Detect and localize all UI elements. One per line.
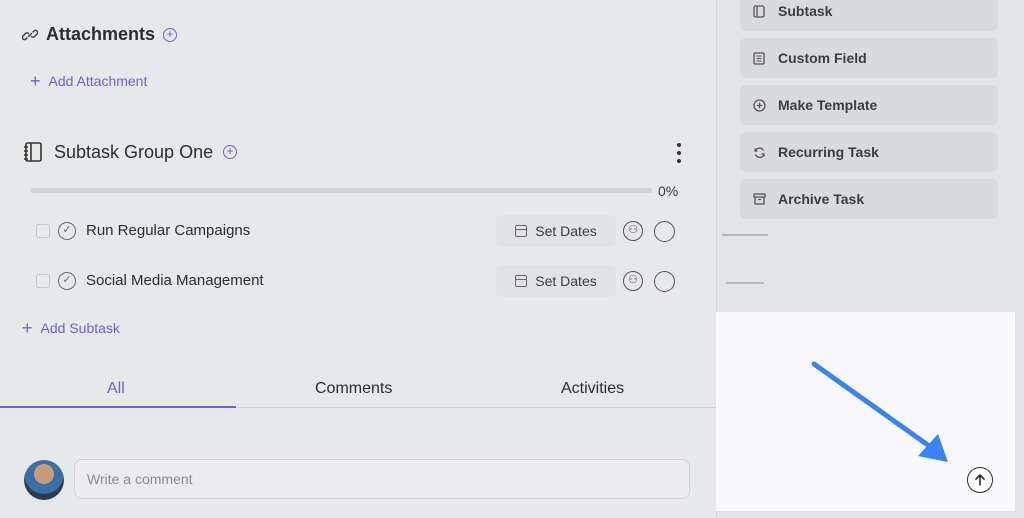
add-subtask-label: Add Subtask	[40, 320, 120, 336]
menu-item-label: Subtask	[778, 3, 833, 19]
complete-check-icon[interactable]: ✓	[58, 222, 76, 240]
subtask-progress-bar	[30, 188, 652, 193]
set-dates-label: Set Dates	[535, 273, 597, 289]
subtask-row[interactable]: ✓ Social Media Management Set Dates ⚇	[0, 261, 716, 301]
menu-item-label: Make Template	[778, 97, 878, 113]
subtask-name[interactable]: Run Regular Campaigns	[86, 222, 250, 239]
comment-input[interactable]	[75, 460, 689, 498]
menu-item-custom-field[interactable]: Custom Field	[740, 38, 998, 78]
annotation-arrow-icon	[811, 361, 948, 462]
activity-tabs: All Comments Activities	[0, 368, 716, 410]
divider	[722, 234, 768, 236]
status-circle-icon[interactable]	[654, 271, 675, 292]
menu-item-label: Recurring Task	[778, 144, 879, 160]
progress-percent: 0%	[658, 183, 679, 199]
menu-item-label: Custom Field	[778, 50, 867, 66]
assign-user-icon[interactable]: ⚇	[623, 221, 643, 241]
active-tab-indicator	[0, 406, 236, 408]
calendar-icon	[515, 275, 528, 287]
archive-icon	[752, 192, 766, 206]
subtask-name[interactable]: Social Media Management	[86, 272, 264, 289]
menu-item-label: Archive Task	[778, 191, 865, 207]
calendar-icon	[515, 225, 528, 237]
menu-item-subtask[interactable]: Subtask	[740, 0, 998, 31]
subtask-icon	[752, 4, 766, 18]
tab-activities[interactable]: Activities	[561, 380, 624, 398]
plus-icon: +	[22, 318, 33, 338]
divider	[726, 282, 764, 284]
subtask-group-title[interactable]: Subtask Group One	[54, 142, 213, 163]
refresh-icon	[752, 145, 766, 159]
set-dates-button[interactable]: Set Dates	[496, 215, 616, 247]
add-attachment-link[interactable]: + Add Attachment	[30, 71, 148, 91]
attachments-header: Attachments +	[22, 24, 178, 45]
menu-item-archive-task[interactable]: Archive Task	[740, 179, 998, 219]
more-options-icon[interactable]	[675, 143, 683, 163]
subtask-select-checkbox[interactable]	[36, 224, 50, 238]
avatar	[24, 460, 64, 500]
notebook-icon	[24, 142, 42, 162]
set-dates-button[interactable]: Set Dates	[496, 265, 616, 297]
scroll-to-top-button[interactable]	[967, 467, 993, 493]
add-attachment-icon[interactable]: +	[163, 27, 178, 42]
tab-comments[interactable]: Comments	[315, 380, 392, 398]
add-subtask-link[interactable]: + Add Subtask	[22, 318, 120, 338]
subtask-select-checkbox[interactable]	[36, 274, 50, 288]
comment-field[interactable]	[74, 459, 690, 499]
subtask-group-header: Subtask Group One +	[22, 141, 238, 163]
menu-item-recurring-task[interactable]: Recurring Task	[740, 132, 998, 172]
tab-all[interactable]: All	[107, 380, 125, 398]
link-icon	[22, 29, 38, 40]
plus-circle-icon	[752, 98, 766, 112]
attachments-title: Attachments	[46, 24, 156, 44]
add-subtask-group-icon[interactable]: +	[223, 145, 238, 159]
status-circle-icon[interactable]	[654, 221, 675, 242]
subtask-row[interactable]: ✓ Run Regular Campaigns Set Dates ⚇	[0, 211, 716, 251]
add-attachment-label: Add Attachment	[48, 73, 148, 89]
custom-field-icon	[752, 51, 766, 65]
complete-check-icon[interactable]: ✓	[58, 272, 76, 290]
set-dates-label: Set Dates	[535, 223, 597, 239]
plus-icon: +	[30, 71, 41, 91]
arrow-up-icon	[975, 474, 985, 486]
assign-user-icon[interactable]: ⚇	[623, 271, 643, 291]
tabs-divider	[236, 407, 716, 408]
menu-item-make-template[interactable]: Make Template	[740, 85, 998, 125]
